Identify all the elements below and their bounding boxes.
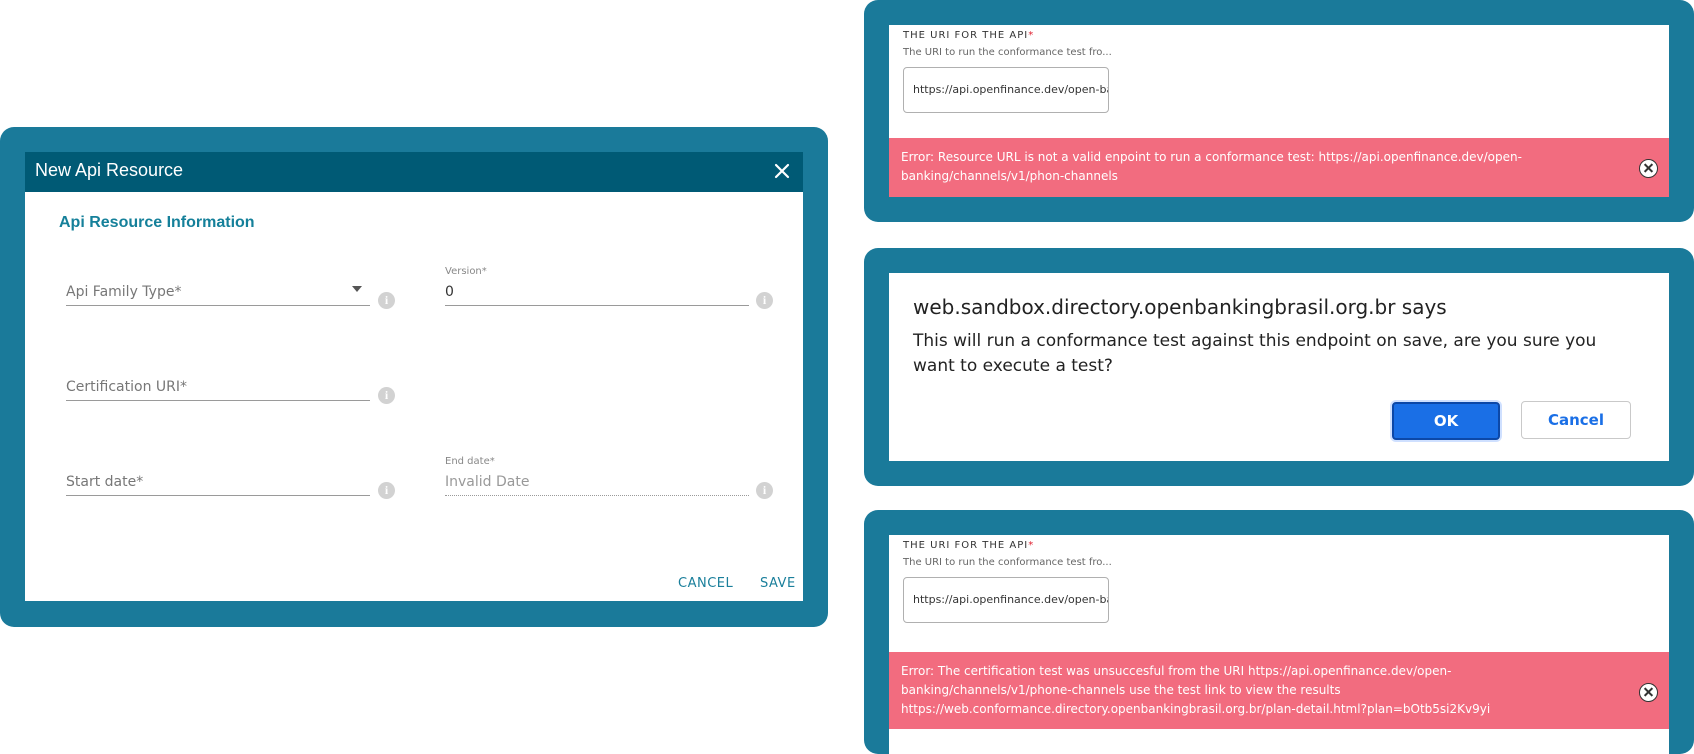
field-underline: [66, 400, 370, 401]
api-family-type-select[interactable]: Api Family Type*: [66, 272, 370, 306]
end-date-label: End date*: [445, 456, 495, 467]
field-underline: [66, 495, 370, 496]
error-banner: Error: Resource URL is not a valid enpoi…: [889, 138, 1669, 197]
cancel-button[interactable]: CANCEL: [678, 576, 733, 591]
error-banner: Error: The certification test was unsucc…: [889, 652, 1669, 729]
uri-input[interactable]: https://api.openfinance.dev/open-banking…: [903, 67, 1109, 113]
version-label: Version*: [445, 266, 487, 277]
start-date-field[interactable]: Start date*: [66, 462, 370, 496]
uri-label: THE URI FOR THE API*: [903, 30, 1035, 41]
info-icon[interactable]: i: [378, 482, 395, 499]
version-field[interactable]: Version* 0: [445, 266, 749, 306]
field-underline: [445, 305, 749, 306]
required-mark: *: [1028, 540, 1035, 551]
info-icon[interactable]: i: [378, 387, 395, 404]
confirm-frame: web.sandbox.directory.openbankingbrasil.…: [864, 248, 1694, 486]
close-icon[interactable]: [769, 158, 795, 184]
confirm-title: web.sandbox.directory.openbankingbrasil.…: [913, 295, 1447, 319]
error-message: Error: Resource URL is not a valid enpoi…: [901, 150, 1522, 183]
version-value: 0: [445, 284, 454, 300]
dialog-header: New Api Resource: [25, 152, 803, 192]
field-underline: [66, 305, 370, 306]
uri-input[interactable]: https://api.openfinance.dev/open-banking…: [903, 577, 1109, 623]
uri-error-panel-1: THE URI FOR THE API* The URI to run the …: [889, 25, 1669, 197]
confirm-message: This will run a conformance test against…: [913, 331, 1597, 376]
save-button[interactable]: SAVE: [760, 576, 796, 591]
section-title: Api Resource Information: [59, 214, 255, 231]
error-message: Error: The certification test was unsucc…: [901, 664, 1491, 716]
uri-error-frame-2: THE URI FOR THE API* The URI to run the …: [864, 510, 1694, 754]
cancel-button[interactable]: Cancel: [1521, 401, 1631, 439]
uri-input-value: https://api.openfinance.dev/open-banking…: [913, 83, 1108, 96]
certification-uri-placeholder: Certification URI*: [66, 379, 187, 395]
end-date-field: End date* Invalid Date: [445, 456, 749, 496]
required-mark: *: [1028, 30, 1035, 41]
close-circle-icon[interactable]: [1639, 159, 1658, 178]
dropdown-caret-icon[interactable]: [352, 286, 362, 292]
confirm-dialog: web.sandbox.directory.openbankingbrasil.…: [889, 273, 1669, 461]
uri-error-panel-2: THE URI FOR THE API* The URI to run the …: [889, 535, 1669, 754]
start-date-placeholder: Start date*: [66, 474, 144, 490]
uri-input-value: https://api.openfinance.dev/open-banking…: [913, 593, 1108, 606]
api-family-type-placeholder: Api Family Type*: [66, 284, 182, 300]
close-circle-icon[interactable]: [1639, 683, 1658, 702]
ok-button[interactable]: OK: [1392, 402, 1500, 440]
uri-label: THE URI FOR THE API*: [903, 540, 1035, 551]
certification-uri-field[interactable]: Certification URI*: [66, 367, 370, 401]
info-icon[interactable]: i: [756, 292, 773, 309]
field-underline: [445, 495, 749, 496]
dialog-title: New Api Resource: [35, 160, 184, 180]
new-api-resource-dialog: New Api Resource Api Resource Informatio…: [25, 152, 803, 601]
uri-error-frame-1: THE URI FOR THE API* The URI to run the …: [864, 0, 1694, 222]
info-icon[interactable]: i: [378, 292, 395, 309]
end-date-value: Invalid Date: [445, 474, 530, 490]
uri-help-text: The URI to run the conformance test fro.…: [903, 47, 1112, 58]
uri-help-text: The URI to run the conformance test fro.…: [903, 557, 1112, 568]
info-icon[interactable]: i: [756, 482, 773, 499]
dialog-frame: New Api Resource Api Resource Informatio…: [0, 127, 828, 627]
